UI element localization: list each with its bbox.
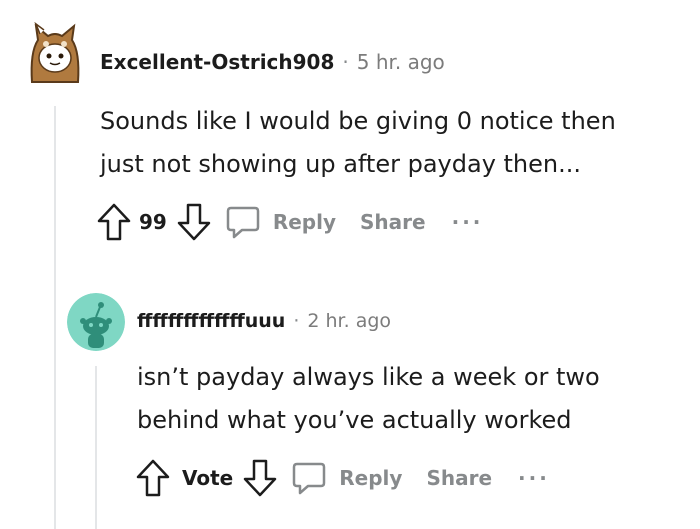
fox-costume-snoo-avatar-icon	[30, 22, 80, 83]
thread-line[interactable]	[54, 106, 56, 529]
comment-header: ffffffffffffffuuu · 2 hr. ago	[137, 310, 391, 332]
timestamp[interactable]: 5 hr. ago	[357, 50, 445, 74]
downvote-arrow-icon	[244, 459, 277, 497]
reply-button[interactable]: Reply	[291, 460, 402, 496]
upvote-arrow-icon	[97, 203, 131, 241]
downvote-arrow-icon	[177, 203, 211, 241]
share-button[interactable]: Share	[360, 210, 426, 234]
upvote-button[interactable]	[97, 203, 131, 241]
user-avatar[interactable]	[26, 22, 84, 92]
username[interactable]: Excellent-Ostrich908	[100, 50, 334, 74]
comment-actions: 99 Reply Share ···	[97, 203, 483, 241]
more-options-button[interactable]: ···	[452, 210, 484, 234]
vote-label: Vote	[182, 466, 234, 490]
downvote-button[interactable]	[177, 203, 211, 241]
separator-dot: ·	[293, 310, 300, 332]
comment-bubble-icon	[293, 462, 326, 495]
username[interactable]: ffffffffffffffuuu	[137, 310, 285, 332]
comment-line: Sounds like I would be giving 0 notice t…	[100, 107, 616, 135]
vote-count: 99	[139, 210, 167, 234]
more-options-button[interactable]: ···	[518, 466, 550, 490]
user-avatar[interactable]	[67, 293, 125, 351]
reply-label: Reply	[339, 466, 403, 490]
comment-line: behind what you’ve actually worked	[137, 406, 572, 434]
comment-line: isn’t payday always like a week or two	[137, 363, 600, 391]
share-button[interactable]: Share	[426, 466, 492, 490]
upvote-arrow-icon	[136, 459, 170, 497]
separator-dot: ·	[342, 50, 349, 74]
downvote-button[interactable]	[243, 459, 277, 497]
comment-body: Sounds like I would be giving 0 notice t…	[100, 100, 616, 186]
comment-actions: Vote Reply Share ···	[136, 459, 550, 497]
default-snoo-avatar-icon	[67, 293, 125, 351]
thread-line[interactable]	[95, 366, 97, 529]
upvote-button[interactable]	[136, 459, 170, 497]
reply-button[interactable]: Reply	[225, 204, 336, 240]
comment-line: just not showing up after payday then...	[100, 150, 582, 178]
timestamp[interactable]: 2 hr. ago	[307, 310, 391, 332]
comment-body: isn’t payday always like a week or two b…	[137, 356, 600, 442]
comment-bubble-icon	[226, 206, 260, 239]
reply-label: Reply	[272, 210, 337, 234]
comment-header: Excellent-Ostrich908 · 5 hr. ago	[100, 50, 445, 74]
